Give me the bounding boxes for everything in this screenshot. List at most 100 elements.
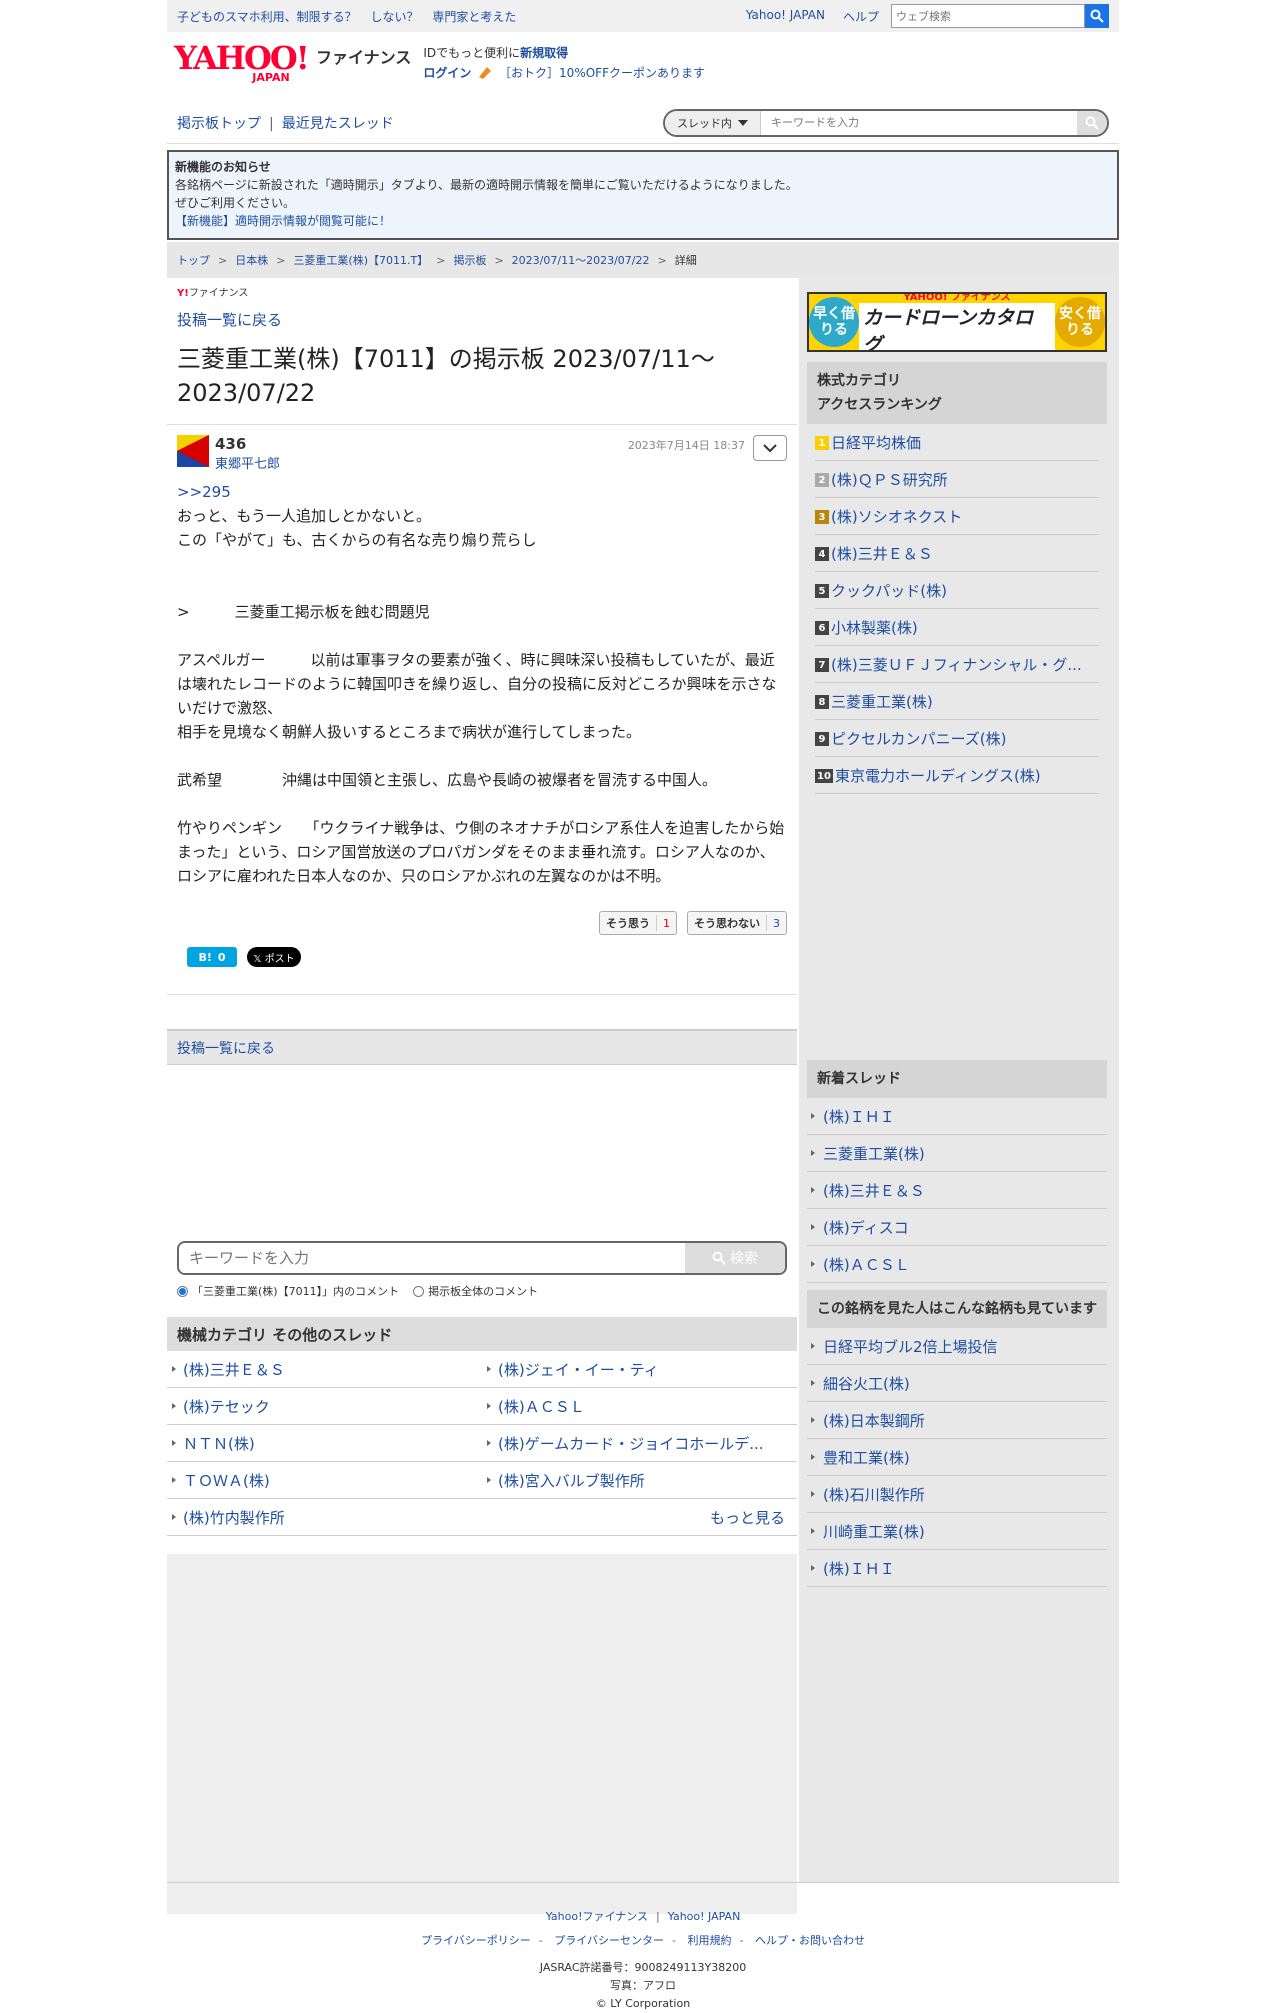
new-thread-link[interactable]: (株)ＩＨＩ (807, 1098, 1107, 1135)
caret-down-icon (738, 119, 748, 126)
recent-threads-link[interactable]: 最近見たスレッド (282, 116, 394, 132)
radio-all-boards[interactable]: 掲示板全体のコメント (413, 1283, 538, 1299)
banner-logo: YAHOO! ファイナンス (903, 292, 1011, 303)
category-thread-link[interactable]: ＮＴＮ(株) (167, 1425, 482, 1462)
category-thread-link[interactable]: (株)テセック (167, 1388, 482, 1425)
site-header: YAHOO! JAPAN ファイナンス IDでもっと便利に新規取得 ログイン ［… (167, 32, 1119, 94)
also-viewed-link[interactable]: 川崎重工業(株) (807, 1513, 1107, 1550)
radio-label: 掲示板全体のコメント (428, 1285, 539, 1298)
breadcrumb-separator: > (276, 253, 286, 267)
ad-space (167, 1554, 797, 1914)
radio-this-board[interactable]: 「三菱重工業(株)【7011】」内のコメント (177, 1283, 399, 1299)
logo-sub: JAPAN (252, 71, 290, 84)
post-author[interactable]: 東郷平七郎 (215, 453, 280, 472)
privacy-center-link[interactable]: プライバシーセンター (554, 1934, 664, 1947)
mini-logo-mark: Y! (177, 288, 189, 299)
thread-search-button[interactable] (1077, 110, 1107, 135)
ranking-item[interactable]: 5 クックパッド(株) (815, 572, 1099, 609)
reply-reference-link[interactable]: >>295 (177, 480, 787, 504)
disagree-button[interactable]: そう思わない 3 (687, 911, 787, 935)
comment-search-input[interactable] (179, 1243, 685, 1273)
footer-finance-link[interactable]: Yahoo!ファイナンス (546, 1910, 648, 1923)
ranking-item[interactable]: 10 東京電力ホールディングス(株) (815, 757, 1099, 794)
breadcrumb-japan-stocks[interactable]: 日本株 (235, 252, 268, 268)
also-viewed-link[interactable]: (株)ＩＨＩ (807, 1550, 1107, 1587)
notice-link[interactable]: 【新機能】適時開示情報が閲覧可能に！ (175, 214, 391, 228)
ranking-item[interactable]: 6 小林製薬(株) (815, 609, 1099, 646)
back-to-list-link-bottom[interactable]: 投稿一覧に戻る (177, 1038, 275, 1058)
hatena-bookmark-button[interactable]: B! 0 (187, 947, 237, 967)
category-thread-link[interactable]: (株)ジェイ・イー・ティ (482, 1351, 797, 1388)
ranking-heading: 株式カテゴリ アクセスランキング (807, 362, 1107, 424)
coupon-link[interactable]: ［おトク］10%OFFクーポンあります (499, 66, 705, 80)
ranking-item[interactable]: 4 (株)三井Ｅ＆Ｓ (815, 535, 1099, 572)
main-column: Y!ファイナンス 投稿一覧に戻る 三菱重工業(株)【7011】の掲示板 2023… (167, 274, 797, 1914)
board-nav: 掲示板トップ | 最近見たスレッド スレッド内 (167, 102, 1119, 144)
card-loan-banner[interactable]: 早く借りる YAHOO! ファイナンス カードローンカタログ 安く借りる (807, 292, 1107, 352)
search-scope-label: スレッド内 (677, 116, 732, 130)
back-to-list-link[interactable]: 投稿一覧に戻る (167, 299, 797, 330)
new-thread-link[interactable]: (株)ディスコ (807, 1209, 1107, 1246)
category-thread-link[interactable]: (株)ゲームカード・ジョイコホールデ... (482, 1425, 797, 1462)
search-scope-select[interactable]: スレッド内 (665, 110, 761, 135)
login-link[interactable]: ログイン (423, 66, 471, 80)
post-date: 2023年7月14日 18:37 (627, 439, 745, 452)
category-thread-link[interactable]: (株)三井Ｅ＆Ｓ (167, 1351, 482, 1388)
breadcrumb-period[interactable]: 2023/07/11〜2023/07/22 (512, 252, 650, 268)
new-thread-link[interactable]: (株)ＡＣＳＬ (807, 1246, 1107, 1283)
top-links: Yahoo! JAPAN ヘルプ (746, 8, 879, 25)
footer-yahoo-link[interactable]: Yahoo! JAPAN (668, 1910, 741, 1923)
promo-link[interactable]: しない？ (370, 10, 418, 24)
ranking-item[interactable]: 8 三菱重工業(株) (815, 683, 1099, 720)
new-threads-heading: 新着スレッド (807, 1060, 1107, 1098)
also-viewed-link[interactable]: (株)石川製作所 (807, 1476, 1107, 1513)
new-threads: 新着スレッド (株)ＩＨＩ 三菱重工業(株) (株)三井Ｅ＆Ｓ (株)ディスコ … (807, 1060, 1107, 1283)
agree-button[interactable]: そう思う 1 (599, 911, 677, 935)
privacy-policy-link[interactable]: プライバシーポリシー (421, 1934, 531, 1947)
also-viewed-link[interactable]: 豊和工業(株) (807, 1439, 1107, 1476)
help-contact-link[interactable]: ヘルプ・お問い合わせ (755, 1934, 865, 1947)
site-name[interactable]: ファイナンス (316, 44, 411, 68)
help-link[interactable]: ヘルプ (843, 8, 879, 25)
category-thread-link[interactable]: (株)宮入バルブ製作所 (482, 1462, 797, 1499)
register-link[interactable]: 新規取得 (520, 46, 568, 60)
rank-badge: 6 (815, 621, 829, 635)
rank-badge: 4 (815, 547, 829, 561)
avatar[interactable] (177, 435, 209, 467)
also-viewed-link[interactable]: (株)日本製鋼所 (807, 1402, 1107, 1439)
board-top-link[interactable]: 掲示板トップ (177, 116, 261, 132)
rank-badge: 10 (815, 769, 833, 783)
terms-link[interactable]: 利用規約 (688, 1934, 732, 1947)
rank-badge: 3 (815, 510, 829, 524)
more-threads-link[interactable]: もっと見る (482, 1499, 797, 1536)
banner-badge: 早く借りる (809, 297, 859, 347)
category-thread-link[interactable]: ＴＯＷＡ(株) (167, 1462, 482, 1499)
yahoo-logo[interactable]: YAHOO! JAPAN (172, 42, 310, 84)
comment-search-button[interactable]: 検索 (685, 1243, 785, 1273)
also-viewed-link[interactable]: 日経平均ブル2倍上場投信 (807, 1328, 1107, 1365)
ranking-item[interactable]: 3 (株)ソシオネクスト (815, 498, 1099, 535)
ranking-item[interactable]: 2 (株)ＱＰＳ研究所 (815, 461, 1099, 498)
post-menu-button[interactable] (753, 435, 787, 461)
yahoo-japan-link[interactable]: Yahoo! JAPAN (746, 8, 825, 25)
ranking-item[interactable]: 1 日経平均株価 (815, 424, 1099, 461)
breadcrumb-top[interactable]: トップ (177, 252, 210, 268)
promo-link[interactable]: 専門家と考えた (432, 10, 516, 24)
search-icon (712, 1251, 726, 1265)
category-thread-link[interactable]: (株)ＡＣＳＬ (482, 1388, 797, 1425)
breadcrumb-stock[interactable]: 三菱重工業(株)【7011.T】 (293, 252, 428, 268)
web-search-input[interactable] (891, 4, 1085, 28)
new-thread-link[interactable]: (株)三井Ｅ＆Ｓ (807, 1172, 1107, 1209)
x-post-button[interactable]: 𝕏 ポスト (247, 947, 301, 967)
web-search-button[interactable] (1085, 4, 1109, 28)
thread-search-input[interactable] (761, 110, 1077, 135)
ranking-item[interactable]: 7 (株)三菱ＵＦＪフィナンシャル・グ... (815, 646, 1099, 683)
banner-badge: 安く借りる (1055, 297, 1105, 347)
also-viewed-link[interactable]: 細谷火工(株) (807, 1365, 1107, 1402)
new-thread-link[interactable]: 三菱重工業(株) (807, 1135, 1107, 1172)
category-thread-link[interactable]: (株)竹内製作所 (167, 1499, 482, 1536)
ranking-item[interactable]: 9 ピクセルカンパニーズ(株) (815, 720, 1099, 757)
breadcrumb-board[interactable]: 掲示板 (453, 252, 486, 268)
rank-badge: 9 (815, 732, 829, 746)
promo-link[interactable]: 子どものスマホ利用、制限する？ (177, 10, 357, 24)
